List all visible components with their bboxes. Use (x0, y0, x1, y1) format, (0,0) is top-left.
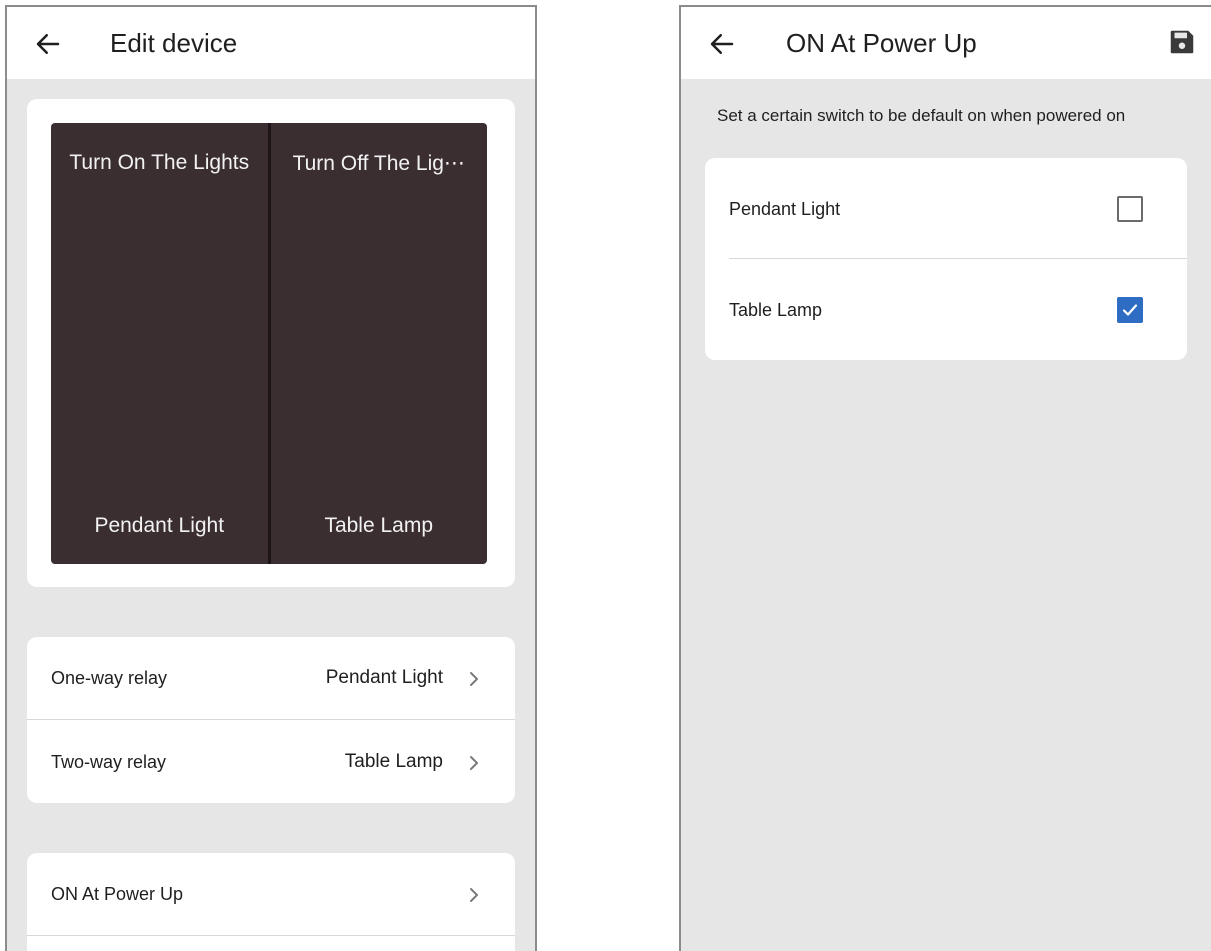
row-label: Pendant Light (729, 198, 841, 219)
on-at-power-up-screen: ON At Power Up Set a certain switch to b… (679, 5, 1211, 951)
two-way-relay-row[interactable]: Two-way relay Table Lamp (27, 721, 515, 803)
row-label: Table Lamp (729, 299, 823, 320)
pendant-light-checkbox[interactable] (1117, 196, 1143, 222)
arrow-left-icon[interactable] (707, 29, 737, 59)
switch-button-table-lamp[interactable]: Turn Off The Lig⋯ Table Lamp (267, 123, 488, 564)
page-title: Edit device (110, 28, 238, 58)
power-up-card: ON At Power Up (27, 853, 515, 951)
switch-row-pendant-light[interactable]: Pendant Light (705, 168, 1187, 250)
divider (729, 258, 1187, 259)
switch-panel-card: Turn On The Lights Pendant Light Turn Of… (27, 99, 515, 587)
switch-row-table-lamp[interactable]: Table Lamp (705, 269, 1187, 351)
switch-action-label: Turn Off The Lig⋯ (292, 152, 465, 175)
app-bar: Edit device (7, 7, 535, 79)
row-value: Table Lamp (344, 751, 443, 772)
chevron-right-icon (470, 888, 478, 902)
switch-action-label: Turn On The Lights (69, 151, 250, 174)
one-way-relay-row[interactable]: One-way relay Pendant Light (27, 637, 515, 719)
switch-list-card: Pendant Light Table Lamp (705, 158, 1187, 360)
floppy-disk-icon[interactable] (1167, 27, 1197, 57)
arrow-left-icon[interactable] (33, 29, 63, 59)
row-value: Pendant Light (325, 667, 443, 688)
row-label: One-way relay (51, 667, 168, 688)
chevron-right-icon (470, 756, 478, 770)
switch-name-label: Table Lamp (324, 514, 434, 537)
divider (27, 719, 515, 720)
on-at-power-up-row[interactable]: ON At Power Up (27, 853, 515, 935)
switch-name-label: Pendant Light (94, 514, 225, 537)
divider (27, 935, 515, 936)
relay-settings-card: One-way relay Pendant Light Two-way rela… (27, 637, 515, 803)
page-title: ON At Power Up (786, 28, 977, 58)
chevron-right-icon (470, 672, 478, 686)
row-label: ON At Power Up (51, 883, 184, 904)
hint-text: Set a certain switch to be default on wh… (717, 106, 1126, 125)
row-label: Two-way relay (51, 751, 167, 772)
table-lamp-checkbox[interactable] (1117, 297, 1143, 323)
edit-device-screen: Edit device Turn On The Lights Pendant L… (5, 5, 537, 951)
switch-panel: Turn On The Lights Pendant Light Turn Of… (51, 123, 487, 564)
switch-button-pendant-light[interactable]: Turn On The Lights Pendant Light (51, 123, 268, 564)
app-bar: ON At Power Up (681, 7, 1211, 79)
checkmark-icon (1122, 304, 1138, 316)
